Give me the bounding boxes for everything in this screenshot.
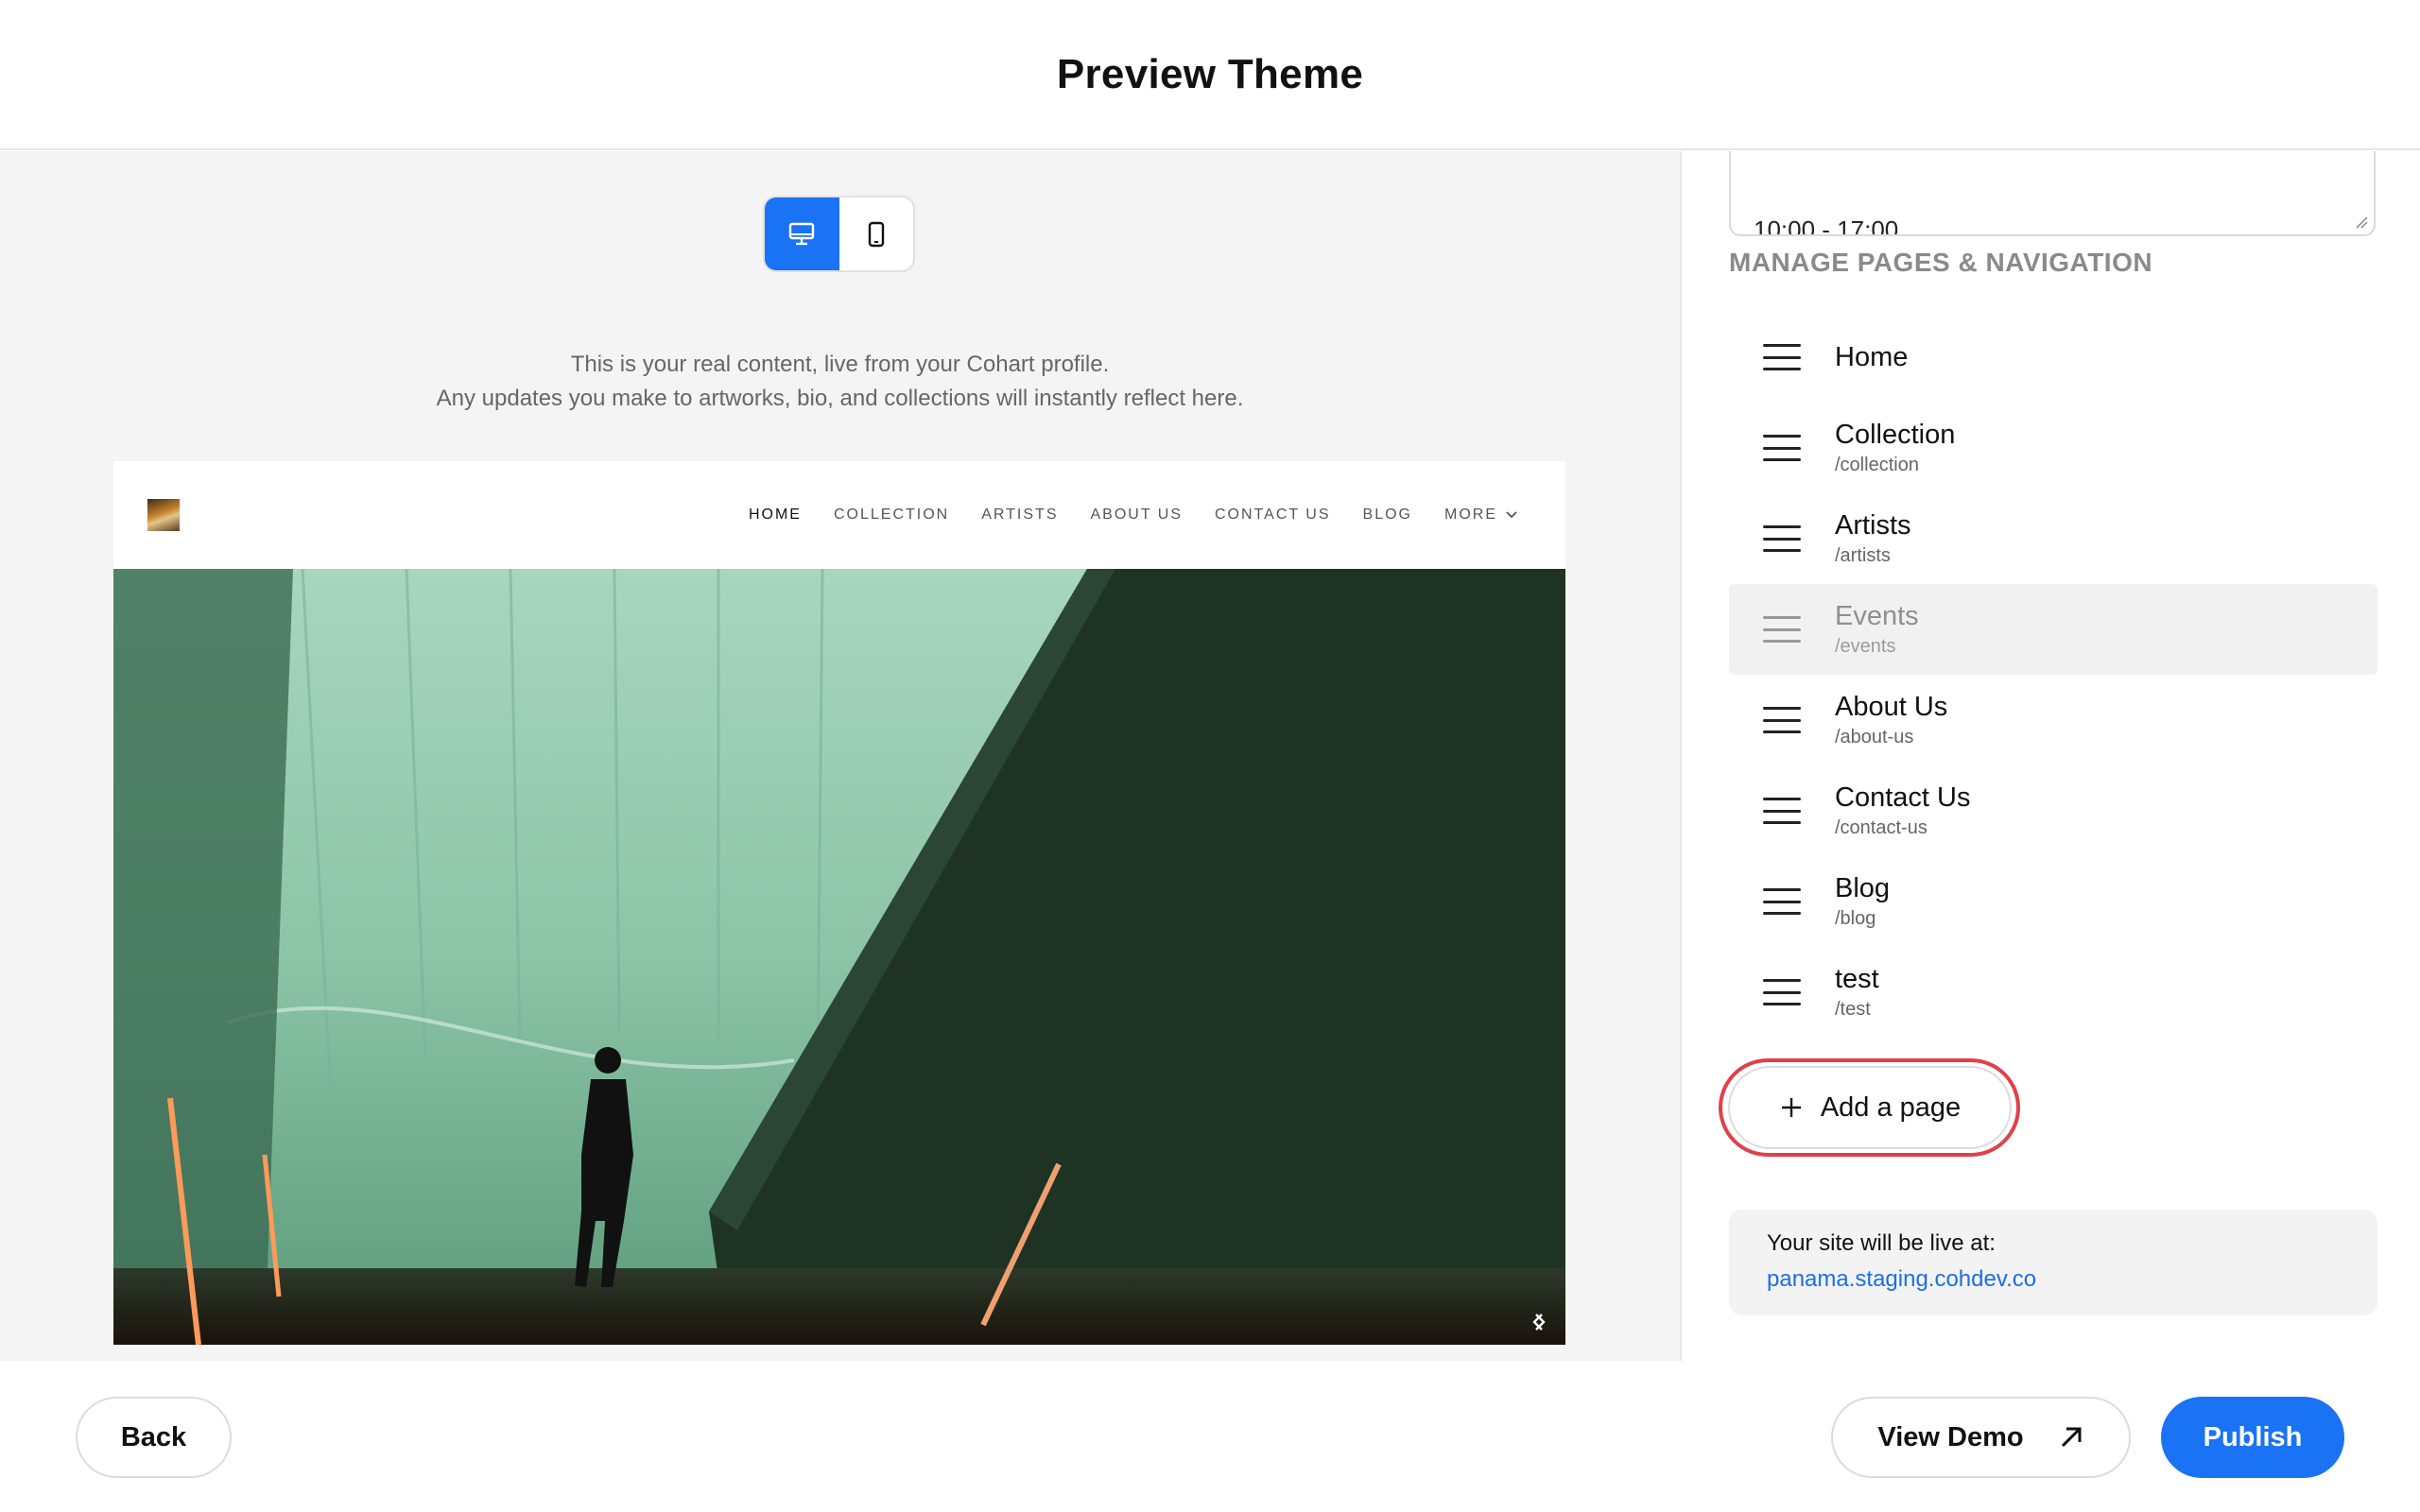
arrow-up-right-icon	[2061, 1427, 2082, 1448]
page-name: Contact Us	[1835, 782, 1971, 813]
hero-image	[113, 569, 1565, 1345]
pages-list: Home Collection/collection Artists/artis…	[1729, 312, 2377, 1038]
hours-text: 10:00 - 17:00	[1754, 215, 1899, 236]
page-item-test[interactable]: test/test	[1729, 947, 2377, 1038]
drag-handle-icon[interactable]	[1763, 525, 1801, 552]
back-button[interactable]: Back	[76, 1397, 232, 1478]
settings-sidebar: 10:00 - 17:00 MANAGE PAGES & NAVIGATION …	[1680, 151, 2420, 1361]
add-page-label: Add a page	[1820, 1091, 1962, 1123]
page-name: Collection	[1835, 420, 1956, 450]
resize-handle-icon[interactable]	[2355, 215, 2368, 229]
page-item-home[interactable]: Home	[1729, 312, 2377, 403]
page-slug: /blog	[1835, 908, 1876, 929]
site-menu-about-us[interactable]: ABOUT US	[1091, 507, 1184, 524]
desktop-view-button[interactable]	[765, 198, 839, 270]
page-item-contact-us[interactable]: Contact Us/contact-us	[1729, 765, 2377, 856]
page-slug: /collection	[1835, 455, 1919, 475]
page-slug: /test	[1835, 999, 1871, 1020]
view-demo-button[interactable]: View Demo	[1831, 1397, 2131, 1478]
site-logo[interactable]	[147, 499, 180, 531]
live-label: Your site will be live at:	[1767, 1230, 1996, 1256]
hours-textarea[interactable]: 10:00 - 17:00	[1729, 151, 2376, 236]
back-label: Back	[120, 1421, 187, 1452]
bottom-bar: Back View Demo Publish	[0, 1361, 2420, 1512]
page-name: About Us	[1835, 692, 1948, 722]
page-name: Events	[1835, 601, 1919, 631]
page-item-events[interactable]: Events/events	[1729, 584, 2377, 675]
site-menu-home[interactable]: HOME	[749, 507, 802, 524]
hero-illustration	[113, 569, 1565, 1345]
site-preview: HOME COLLECTION ARTISTS ABOUT US CONTACT…	[113, 461, 1565, 1345]
publish-button[interactable]: Publish	[2161, 1397, 2344, 1478]
page-item-blog[interactable]: Blog/blog	[1729, 856, 2377, 947]
drag-handle-icon[interactable]	[1763, 344, 1801, 370]
chevron-right-icon[interactable]	[1528, 1311, 1550, 1333]
page-slug: /events	[1835, 636, 1896, 657]
intro-text: This is your real content, live from you…	[0, 348, 1680, 416]
view-demo-label: View Demo	[1877, 1421, 2024, 1452]
drag-handle-icon[interactable]	[1763, 616, 1801, 643]
intro-line-1: This is your real content, live from you…	[570, 352, 1110, 377]
plus-icon	[1781, 1098, 1801, 1117]
site-menu-collection[interactable]: COLLECTION	[834, 507, 949, 524]
site-menu: HOME COLLECTION ARTISTS ABOUT US CONTACT…	[749, 461, 1518, 569]
site-nav: HOME COLLECTION ARTISTS ABOUT US CONTACT…	[113, 461, 1565, 569]
drag-handle-icon[interactable]	[1763, 435, 1801, 461]
publish-label: Publish	[2203, 1421, 2303, 1452]
intro-line-2: Any updates you make to artworks, bio, a…	[436, 386, 1244, 411]
drag-handle-icon[interactable]	[1763, 798, 1801, 824]
site-menu-artists[interactable]: ARTISTS	[981, 507, 1058, 524]
page-name: Home	[1835, 341, 1909, 372]
page-slug: /contact-us	[1835, 817, 1927, 838]
desktop-icon	[789, 222, 815, 245]
chevron-down-icon	[1506, 511, 1517, 519]
site-menu-more[interactable]: MORE	[1444, 507, 1518, 524]
page-item-about-us[interactable]: About Us/about-us	[1729, 675, 2377, 765]
mobile-icon	[868, 221, 884, 247]
page-item-collection[interactable]: Collection/collection	[1729, 403, 2377, 493]
mobile-view-button[interactable]	[839, 198, 914, 270]
drag-handle-icon[interactable]	[1763, 979, 1801, 1005]
manage-pages-title: MANAGE PAGES & NAVIGATION	[1729, 248, 2153, 277]
top-bar: Preview Theme	[0, 0, 2420, 150]
page-name: test	[1835, 964, 1879, 994]
site-menu-contact-us[interactable]: CONTACT US	[1215, 507, 1331, 524]
live-url-box: Your site will be live at: panama.stagin…	[1729, 1210, 2377, 1315]
live-url-link[interactable]: panama.staging.cohdev.co	[1767, 1266, 2340, 1293]
page-title: Preview Theme	[1056, 50, 1364, 97]
add-page-button[interactable]: Add a page	[1728, 1066, 2012, 1149]
page-name: Artists	[1835, 510, 1911, 541]
drag-handle-icon[interactable]	[1763, 888, 1801, 915]
page-name: Blog	[1835, 873, 1891, 903]
drag-handle-icon[interactable]	[1763, 707, 1801, 733]
device-toggle	[763, 196, 915, 272]
page-slug: /about-us	[1835, 727, 1914, 747]
page-item-artists[interactable]: Artists/artists	[1729, 493, 2377, 584]
site-menu-blog[interactable]: BLOG	[1363, 507, 1412, 524]
page-slug: /artists	[1835, 545, 1891, 566]
site-menu-more-label: MORE	[1444, 507, 1497, 523]
